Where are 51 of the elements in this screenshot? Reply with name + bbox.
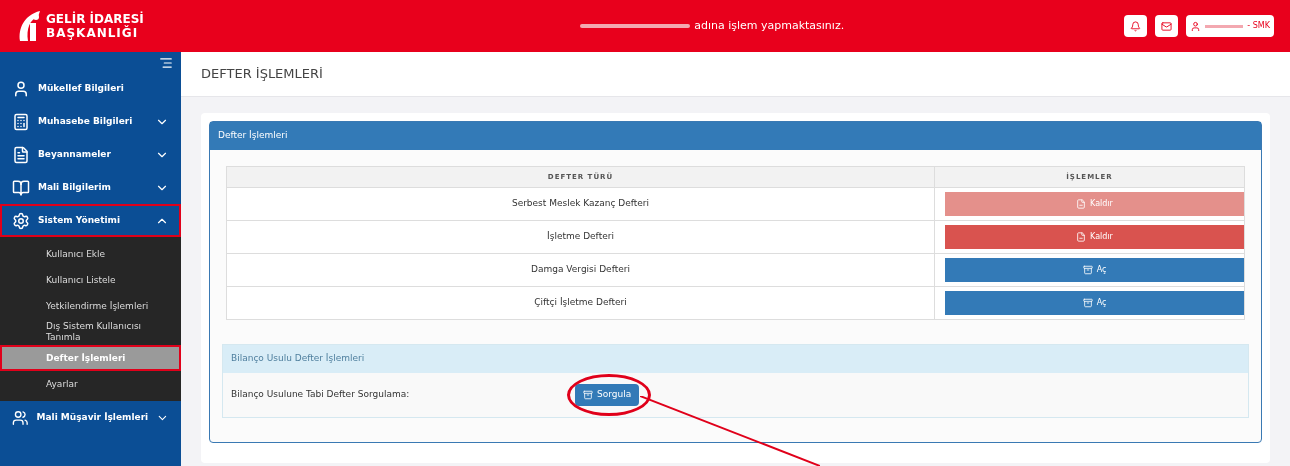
open-button[interactable]: Aç xyxy=(945,291,1244,315)
menu-icon[interactable] xyxy=(159,56,173,70)
sidebar-item[interactable]: Mükellef Bilgileri xyxy=(0,72,181,105)
logo-text: BAŞKANLIĞI xyxy=(46,26,140,40)
book-icon xyxy=(12,178,30,197)
submenu-item[interactable]: Kullanıcı Ekle xyxy=(0,241,181,267)
logo-text: GELİR İDARESİ xyxy=(46,12,144,26)
sidebar-label: Mali Müşavir İşlemleri xyxy=(36,410,149,424)
sidebar-label: Mali Bilgilerim xyxy=(38,180,112,194)
bell-icon xyxy=(1130,20,1142,32)
remove-button[interactable]: Kaldır xyxy=(945,225,1244,249)
submenu-item[interactable]: Ayarlar xyxy=(0,371,181,397)
sidebar-item[interactable]: Beyannameler xyxy=(0,138,181,171)
section-title: Bilanço Usulu Defter İşlemleri xyxy=(231,352,365,366)
document-icon xyxy=(12,145,30,164)
sidebar-item[interactable]: Muhasebe Bilgileri xyxy=(0,105,181,138)
messages-button[interactable] xyxy=(1155,15,1179,37)
user-icon xyxy=(12,79,30,98)
notifications-button[interactable] xyxy=(1124,15,1148,37)
sidebar-label: Mükellef Bilgileri xyxy=(38,81,125,95)
table-cell: Serbest Meslek Kazanç Defteri xyxy=(227,188,935,220)
sidebar-label: Muhasebe Bilgileri xyxy=(38,114,134,128)
users-icon xyxy=(12,408,29,427)
basket-icon xyxy=(583,390,593,400)
query-button[interactable]: Sorgula xyxy=(575,384,640,406)
basket-icon xyxy=(1082,265,1093,275)
submenu-item[interactable]: Yetkilendirme İşlemleri xyxy=(0,293,181,319)
sidebar-item[interactable]: Mali Bilgilerim xyxy=(0,171,181,204)
redacted-name xyxy=(1205,24,1244,28)
page-title: DEFTER İŞLEMLERİ xyxy=(201,65,323,84)
sidebar-item[interactable]: Sistem Yönetimi xyxy=(0,204,181,237)
notice-text: adına işlem yapmaktasınız. xyxy=(694,17,845,34)
sidebar-label: Beyannameler xyxy=(38,147,112,161)
open-button[interactable]: Aç xyxy=(945,258,1244,282)
user-menu-button[interactable]: - SMK xyxy=(1186,15,1274,37)
table-cell: İşletme Defteri xyxy=(227,221,935,253)
table-cell: Çiftçi İşletme Defteri xyxy=(227,287,935,319)
calculator-icon xyxy=(12,112,30,131)
document-icon xyxy=(1076,232,1087,242)
sidebar-label: Sistem Yönetimi xyxy=(38,213,122,227)
table-cell: Damga Vergisi Defteri xyxy=(227,254,935,286)
sidebar-item[interactable]: Mali Müşavir İşlemleri xyxy=(0,401,181,434)
settings-icon xyxy=(12,211,30,230)
submenu-item[interactable]: Dış Sistem Kullanıcısı Tanımla xyxy=(0,319,181,345)
mail-icon xyxy=(1161,20,1173,32)
submenu-item[interactable]: Kullanıcı Listele xyxy=(0,267,181,293)
query-label: Bilanço Usulune Tabi Defter Sorgulama: xyxy=(231,388,411,402)
user-icon xyxy=(1190,20,1202,32)
basket-icon xyxy=(1082,298,1093,308)
panel-title: Defter İşlemleri xyxy=(218,129,288,143)
document-icon xyxy=(1076,199,1087,209)
